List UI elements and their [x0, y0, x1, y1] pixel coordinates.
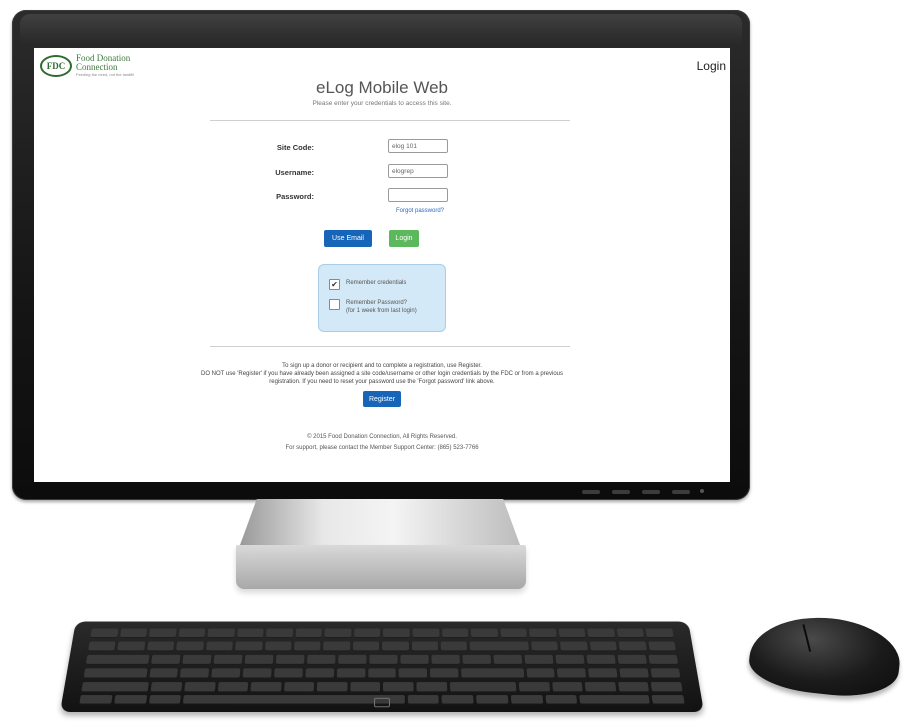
username-input[interactable]: elogrep — [388, 164, 448, 178]
remember-credentials-label: Remember credentials — [346, 280, 407, 286]
remember-options-panel: ✔ Remember credentials Remember Password… — [318, 264, 446, 332]
page-subtitle: Please enter your credentials to access … — [312, 100, 452, 107]
password-input[interactable] — [388, 188, 448, 202]
register-button[interactable]: Register — [363, 391, 401, 407]
top-divider — [210, 120, 570, 121]
mouse-button-seam — [802, 624, 812, 652]
monitor: FDC Food Donation Connection Feeding the… — [12, 10, 750, 500]
key-row — [85, 654, 679, 665]
register-note-1: To sign up a donor or recipient and to c… — [282, 363, 482, 369]
remember-password-text: Remember Password? — [346, 300, 408, 306]
copyright-text: © 2015 Food Donation Connection, All Rig… — [307, 434, 457, 440]
page-title: eLog Mobile Web — [316, 78, 448, 97]
forgot-password-link[interactable]: Forgot password? — [396, 208, 444, 214]
logo-line-2: Connection — [76, 62, 118, 72]
register-note-3: registration. If you need to reset your … — [269, 379, 495, 385]
key-row — [87, 641, 676, 652]
remember-password-label: Remember Password? (for 1 week from last… — [346, 299, 417, 315]
fdc-logo-badge: FDC — [40, 55, 72, 77]
bezel-button[interactable] — [612, 490, 630, 494]
remember-password-subtext: (for 1 week from last login) — [346, 308, 417, 314]
key-row — [90, 628, 674, 639]
use-email-button[interactable]: Use Email — [324, 230, 372, 247]
power-led-icon — [700, 489, 704, 493]
register-note-2: DO NOT use 'Register' if you have alread… — [200, 371, 564, 377]
support-text: For support, please contact the Member S… — [285, 445, 479, 451]
remember-password-option[interactable]: Remember Password? (for 1 week from last… — [329, 299, 417, 315]
top-login-link[interactable]: Login — [697, 59, 726, 73]
bezel-button[interactable] — [642, 490, 660, 494]
key-row — [81, 682, 683, 693]
password-label: Password: — [276, 192, 314, 201]
keyboard-logo-icon — [374, 697, 390, 708]
site-code-label: Site Code: — [276, 143, 314, 152]
bezel-controls — [582, 490, 690, 494]
fdc-logo[interactable]: FDC Food Donation Connection Feeding the… — [40, 54, 134, 78]
monitor-neck — [240, 499, 520, 545]
bezel-button[interactable] — [672, 490, 690, 494]
login-button[interactable]: Login — [389, 230, 419, 247]
site-code-input[interactable]: elog 101 — [388, 139, 448, 153]
bottom-divider — [210, 346, 570, 347]
remember-credentials-option[interactable]: ✔ Remember credentials — [329, 279, 406, 290]
bezel-button[interactable] — [582, 490, 600, 494]
monitor-stand — [236, 545, 526, 589]
fdc-logo-text: Food Donation Connection Feeding the nee… — [76, 54, 134, 78]
key-row — [83, 668, 681, 679]
elog-web-page: FDC Food Donation Connection Feeding the… — [34, 48, 730, 482]
username-label: Username: — [275, 168, 314, 177]
monitor-screen: FDC Food Donation Connection Feeding the… — [34, 48, 730, 482]
remember-password-checkbox[interactable] — [329, 299, 340, 310]
keyboard — [60, 621, 704, 712]
mouse — [746, 610, 903, 702]
remember-credentials-checkbox[interactable]: ✔ — [329, 279, 340, 290]
